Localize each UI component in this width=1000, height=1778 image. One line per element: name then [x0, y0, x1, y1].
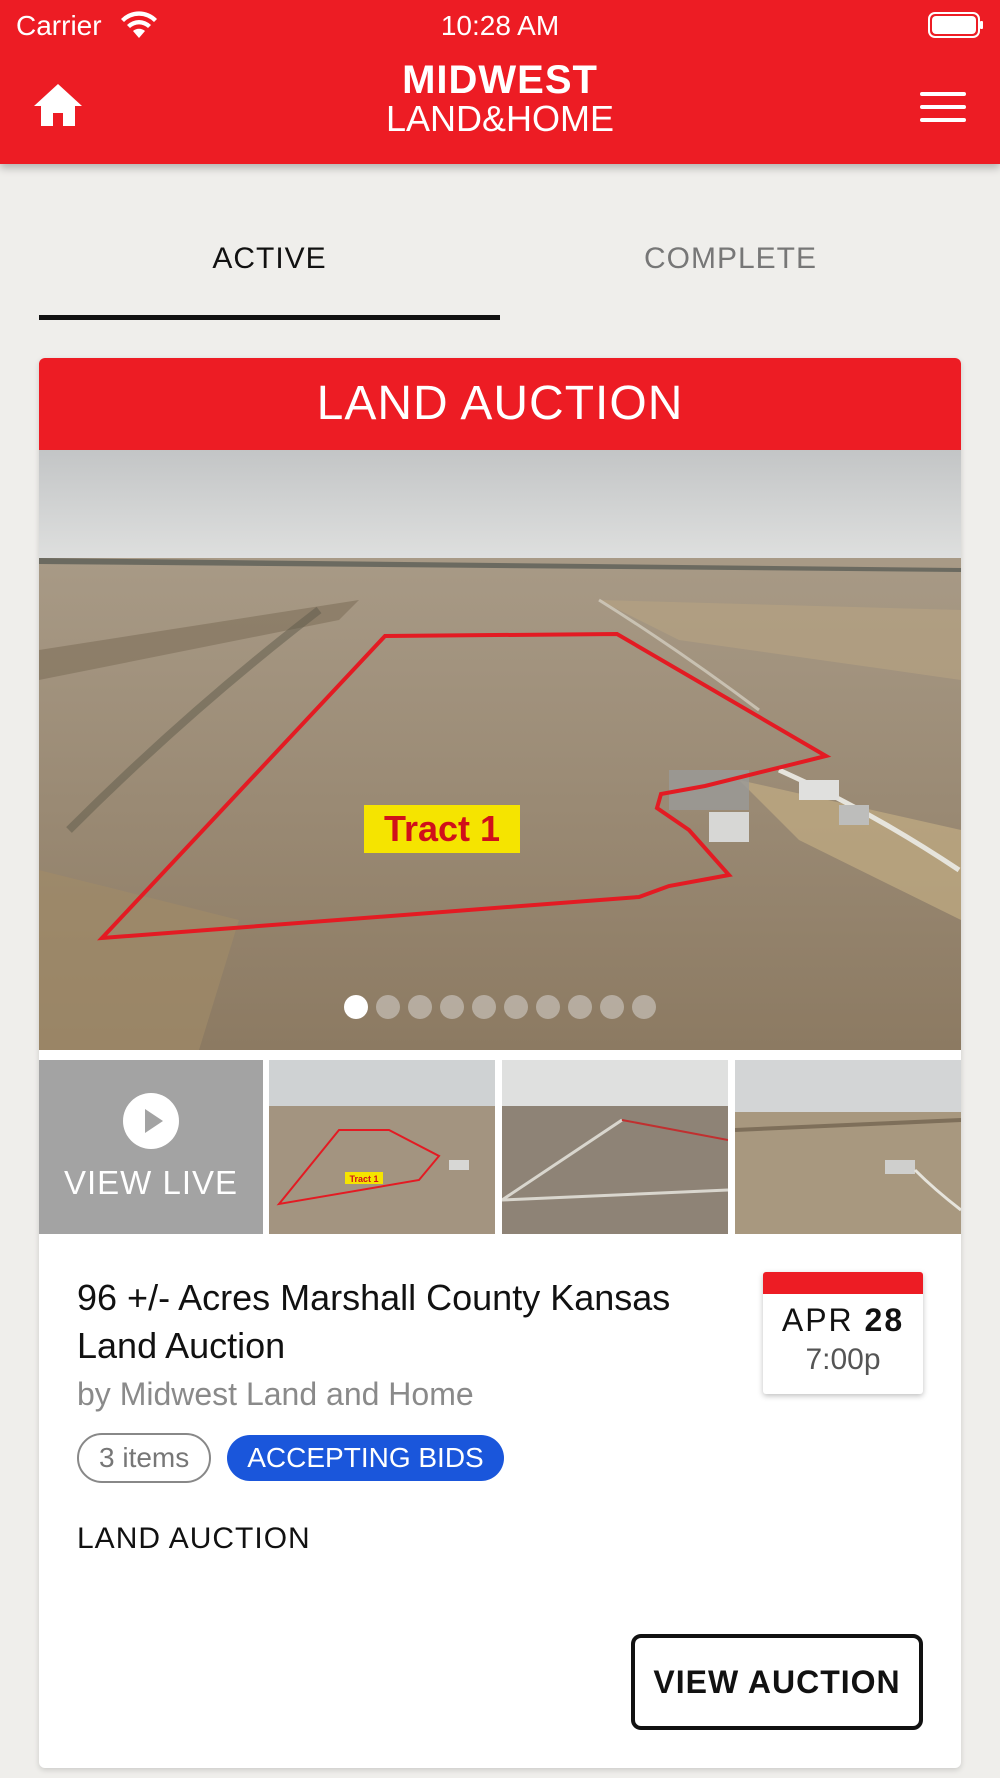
- status-bar: Carrier 10:28 AM: [0, 0, 1000, 50]
- auction-category: LAND AUCTION: [77, 1522, 311, 1555]
- aerial-farmland-image: Tract 1: [39, 450, 961, 1050]
- carousel-dot[interactable]: [536, 995, 560, 1019]
- home-icon[interactable]: [30, 80, 86, 130]
- thumbnail-1-image: Tract 1: [269, 1060, 495, 1234]
- auction-info: 96 +/- Acres Marshall County Kansas Land…: [77, 1274, 737, 1483]
- thumbnail-1[interactable]: Tract 1: [269, 1060, 495, 1234]
- carousel-dot[interactable]: [600, 995, 624, 1019]
- badge-row: 3 items ACCEPTING BIDS: [77, 1433, 737, 1483]
- play-icon: [123, 1093, 179, 1149]
- carousel-dot[interactable]: [504, 995, 528, 1019]
- carousel-dots[interactable]: [39, 995, 961, 1024]
- date-day: 28: [864, 1302, 905, 1338]
- carousel-dot[interactable]: [408, 995, 432, 1019]
- auction-card[interactable]: LAND AUCTION Tract 1 VIEW LIVE Tract 1 9…: [39, 358, 961, 1768]
- carousel-dot[interactable]: [440, 995, 464, 1019]
- auction-byline: by Midwest Land and Home: [77, 1376, 474, 1412]
- carousel-dot[interactable]: [632, 995, 656, 1019]
- tab-complete[interactable]: COMPLETE: [500, 222, 961, 320]
- thumbnail-2[interactable]: [502, 1060, 728, 1234]
- auction-date: APR 28: [763, 1302, 923, 1339]
- auction-time: 7:00p: [805, 1343, 881, 1376]
- status-time: 10:28 AM: [440, 10, 560, 41]
- battery-icon: [928, 12, 983, 38]
- carousel-dot[interactable]: [376, 995, 400, 1019]
- hamburger-menu-icon[interactable]: [920, 90, 966, 124]
- card-header: LAND AUCTION: [39, 358, 961, 450]
- carousel-dot[interactable]: [568, 995, 592, 1019]
- thumbnail-2-image: [502, 1060, 728, 1234]
- auction-date-card: APR 28 7:00p: [763, 1272, 923, 1394]
- logo-line1: MIDWEST: [402, 58, 598, 102]
- thumbnail-strip: VIEW LIVE Tract 1: [39, 1060, 961, 1234]
- view-auction-button[interactable]: VIEW AUCTION: [631, 1634, 923, 1730]
- items-count-badge: 3 items: [77, 1433, 212, 1483]
- app-header: Carrier 10:28 AM MIDWEST LAND&HOME: [0, 0, 1000, 164]
- tab-active[interactable]: ACTIVE: [39, 222, 500, 320]
- auction-tabs: ACTIVE COMPLETE: [39, 222, 961, 320]
- status-badge: ACCEPTING BIDS: [227, 1435, 504, 1481]
- carousel-dot[interactable]: [344, 995, 368, 1019]
- active-tab-indicator: [39, 315, 500, 320]
- logo-line2: LAND&HOME: [385, 98, 615, 139]
- view-live-label: VIEW LIVE: [63, 1164, 239, 1201]
- thumbnail-3-image: [735, 1060, 961, 1234]
- hero-tract-label: Tract 1: [384, 808, 500, 849]
- carousel-dot[interactable]: [472, 995, 496, 1019]
- date-month: APR: [781, 1302, 854, 1338]
- calendar-top-bar: [763, 1272, 923, 1294]
- hero-image[interactable]: Tract 1: [39, 450, 961, 1050]
- thumbnail-tract-label: Tract 1: [349, 1174, 378, 1184]
- brand-logo: MIDWEST LAND&HOME: [360, 60, 640, 140]
- auction-title[interactable]: 96 +/- Acres Marshall County Kansas Land…: [77, 1274, 737, 1370]
- thumbnail-3[interactable]: [735, 1060, 961, 1234]
- view-live-button[interactable]: VIEW LIVE: [39, 1060, 263, 1234]
